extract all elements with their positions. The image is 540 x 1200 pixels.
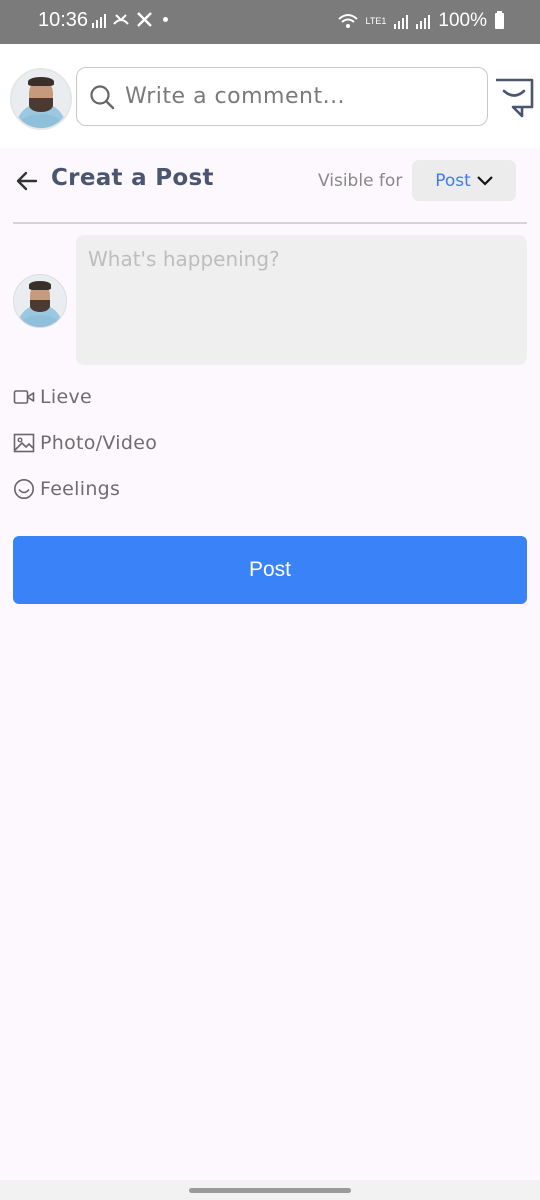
visible-for-label: Visible for — [318, 171, 403, 191]
back-arrow-icon[interactable] — [14, 168, 40, 194]
composer-avatar — [13, 274, 67, 328]
user-avatar[interactable] — [10, 68, 72, 130]
post-textarea[interactable]: What's happening? — [76, 235, 527, 365]
signal-2-icon — [416, 13, 431, 29]
create-post-header: Creat a Post Visible for Post — [0, 148, 540, 224]
image-icon — [13, 433, 35, 453]
signal-icon — [92, 12, 106, 28]
post-button-label: Post — [248, 558, 292, 581]
feelings-option[interactable]: Feelings — [13, 478, 120, 500]
chevron-down-icon — [477, 175, 493, 186]
system-nav-bar — [0, 1180, 540, 1200]
status-right: LTE1 100% — [337, 10, 504, 32]
comment-input[interactable]: Write a comment... — [76, 67, 488, 126]
search-icon — [90, 84, 115, 109]
signal-1-icon — [394, 13, 409, 29]
status-time: 10:36 — [38, 9, 89, 31]
smiley-icon — [14, 479, 34, 499]
battery-icon — [495, 11, 504, 29]
visibility-value: Post — [435, 170, 471, 191]
status-notification-icons — [92, 11, 168, 28]
page-title: Creat a Post — [51, 165, 214, 191]
divider — [13, 222, 527, 224]
photo-video-label: Photo/Video — [40, 432, 158, 454]
feelings-label: Feelings — [40, 478, 121, 500]
wifi-icon — [337, 14, 358, 28]
post-placeholder: What's happening? — [88, 247, 280, 271]
home-indicator[interactable] — [189, 1188, 351, 1193]
visibility-dropdown[interactable]: Post — [412, 160, 516, 201]
dot-icon — [163, 17, 168, 22]
x-logo-icon — [137, 12, 152, 27]
missed-call-icon — [113, 13, 129, 25]
video-camera-icon — [13, 390, 35, 404]
battery-percent: 100% — [438, 10, 487, 31]
message-icon[interactable] — [493, 76, 535, 118]
live-option[interactable]: Lieve — [13, 386, 92, 408]
lte-label: LTE1 — [365, 15, 387, 26]
live-label: Lieve — [40, 386, 92, 408]
photo-video-option[interactable]: Photo/Video — [13, 432, 157, 454]
comment-bar: Write a comment... — [0, 44, 540, 148]
comment-placeholder: Write a comment... — [125, 84, 346, 109]
status-bar: 10:36 LTE1 100% — [0, 0, 540, 44]
post-button[interactable]: Post — [13, 536, 527, 604]
